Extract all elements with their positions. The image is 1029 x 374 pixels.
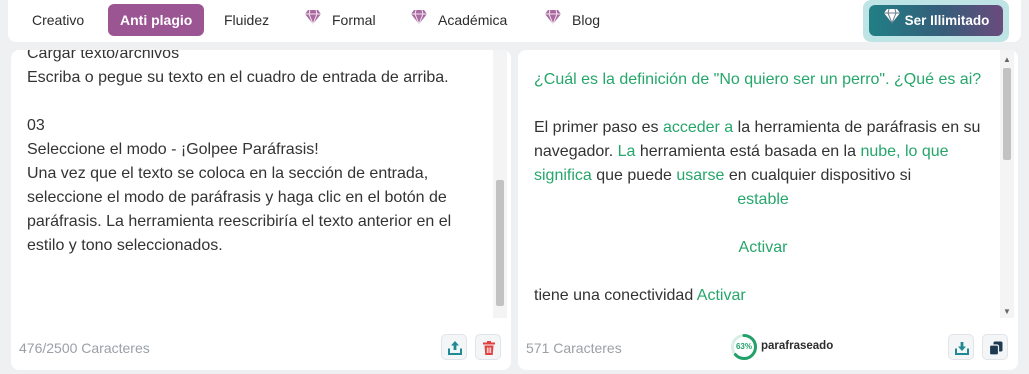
- upload-icon: [448, 341, 462, 355]
- mode-bar: Creativo Anti plagio Fluidez Formal Acad…: [8, 0, 1021, 42]
- output-text: ¿Cuál es la definición de "No quiero ser…: [534, 68, 992, 308]
- upgrade-button-frame: Ser Illimitado: [863, 0, 1009, 42]
- paraphrase-progress-ring: 63%: [730, 333, 758, 361]
- gem-icon: [883, 4, 901, 35]
- output-segment-changed[interactable]: acceder a: [663, 119, 733, 136]
- output-char-count: 571 Caracteres: [526, 340, 622, 356]
- output-word-activate[interactable]: Activar: [697, 287, 746, 304]
- output-segment: El primer paso es: [534, 119, 663, 136]
- output-word-activate[interactable]: Activar: [534, 236, 992, 260]
- input-panel: Cargar texto/archivos Escriba o pegue su…: [11, 50, 511, 370]
- mode-creativo[interactable]: Creativo: [20, 4, 96, 36]
- mode-label: Académica: [438, 12, 508, 28]
- paraphrase-status: parafraseado: [761, 340, 834, 352]
- mode-label: Blog: [572, 12, 601, 28]
- paraphrase-percent: 63%: [735, 342, 752, 351]
- trash-icon: [483, 341, 495, 355]
- output-segment: herramienta está basada en la: [635, 143, 861, 160]
- input-scrollbar-thumb[interactable]: [496, 180, 504, 306]
- mode-label: Formal: [332, 12, 376, 28]
- mode-label: Fluidez: [224, 12, 270, 28]
- output-segment: tiene una conectividad: [534, 287, 694, 304]
- input-line: estilo y tono seleccionados.: [27, 237, 223, 254]
- mode-label: Anti plagio: [120, 12, 193, 28]
- input-line: Escriba o pegue su texto en el cuadro de…: [27, 69, 449, 86]
- output-paragraph: El primer paso es acceder a la herramien…: [534, 116, 992, 188]
- output-text-area: ¿Cuál es la definición de "No quiero ser…: [518, 50, 1018, 318]
- gem-icon: [410, 4, 428, 36]
- mode-fluidez[interactable]: Fluidez: [212, 4, 281, 36]
- mode-blog[interactable]: Blog: [532, 4, 612, 36]
- copy-icon: [988, 341, 1003, 356]
- output-scrollbar-thumb[interactable]: [1003, 68, 1011, 160]
- output-question-part: ¿Cuál es la definición de "No quiero ser…: [534, 71, 890, 88]
- input-line: Cargar texto/archivos: [27, 50, 180, 62]
- mode-academica[interactable]: Académica: [398, 4, 519, 36]
- mode-formal[interactable]: Formal: [292, 4, 388, 36]
- output-question: ¿Cuál es la definición de "No quiero ser…: [534, 68, 992, 92]
- scroll-up-arrow[interactable]: ▲: [1002, 56, 1012, 64]
- gem-icon: [304, 4, 322, 36]
- output-segment: que puede: [591, 167, 677, 184]
- upgrade-label: Ser Illimitado: [904, 13, 990, 28]
- delete-button[interactable]: [475, 334, 501, 360]
- input-line: Una vez que el texto se coloca en la sec…: [27, 165, 429, 182]
- input-line: paráfrasis. La herramienta reescribiría …: [27, 213, 452, 230]
- scroll-down-arrow[interactable]: ▼: [1002, 308, 1012, 316]
- input-line: Seleccione el modo - ¡Golpee Paráfrasis!: [27, 141, 319, 158]
- input-text-area[interactable]: Cargar texto/archivos Escriba o pegue su…: [11, 50, 511, 318]
- output-last-line: tiene una conectividad Activar: [534, 284, 992, 308]
- output-segment-changed[interactable]: usarse: [676, 167, 724, 184]
- input-line: 03: [27, 117, 45, 134]
- input-line: seleccione el modo de paráfrasis y haga …: [27, 189, 447, 206]
- output-question-part: ¿Qué es ai?: [894, 71, 982, 88]
- input-footer: 476/2500 Caracteres: [11, 326, 511, 370]
- output-footer: 571 Caracteres 63% parafraseado: [518, 326, 1018, 370]
- input-char-count: 476/2500 Caracteres: [19, 340, 150, 356]
- input-line: [27, 90, 489, 114]
- download-icon: [955, 342, 969, 355]
- output-word-stable[interactable]: estable: [534, 188, 992, 212]
- upgrade-button[interactable]: Ser Illimitado: [869, 5, 1003, 36]
- gem-icon: [544, 4, 562, 36]
- output-segment: en cualquier dispositivo si: [724, 167, 912, 184]
- input-scrollbar[interactable]: [493, 50, 507, 318]
- copy-button[interactable]: [982, 334, 1008, 360]
- download-button[interactable]: [948, 334, 974, 360]
- input-text[interactable]: Cargar texto/archivos Escriba o pegue su…: [27, 50, 489, 258]
- mode-label: Creativo: [32, 12, 85, 28]
- output-panel: ¿Cuál es la definición de "No quiero ser…: [518, 50, 1018, 370]
- output-scrollbar[interactable]: ▲ ▼: [1000, 50, 1014, 318]
- mode-anti-plagio[interactable]: Anti plagio: [108, 4, 205, 36]
- output-segment-changed[interactable]: La: [618, 143, 636, 160]
- upload-button[interactable]: [441, 334, 467, 360]
